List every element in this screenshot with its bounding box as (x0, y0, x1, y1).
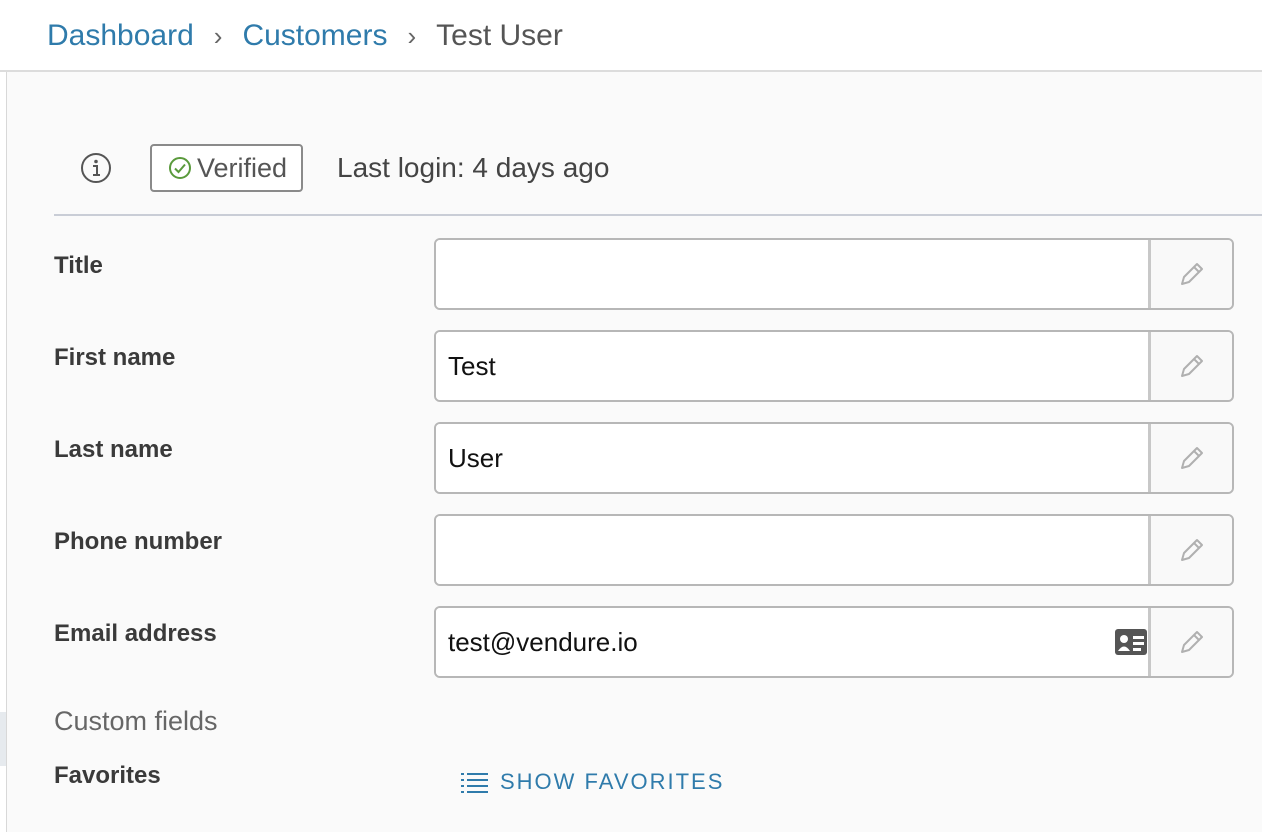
pencil-icon (1180, 447, 1203, 469)
last-name-row: Last name (54, 422, 1234, 494)
list-icon (461, 773, 488, 793)
left-rail (0, 72, 7, 832)
show-favorites-button[interactable]: SHOW FAVORITES (460, 764, 724, 800)
customer-status-bar: Verified Last login: 4 days ago (54, 120, 1262, 216)
email-address-label: Email address (54, 620, 217, 647)
last-name-label: Last name (54, 436, 173, 463)
verified-badge: Verified (150, 144, 304, 192)
top-bar: Dashboard › Customers › Test User (0, 0, 1262, 72)
email-address-row: Email address (54, 606, 1234, 678)
title-edit-button[interactable] (1148, 240, 1232, 308)
pencil-icon (1180, 355, 1203, 377)
custom-fields-heading: Custom fields (54, 706, 218, 736)
title-row: Title (54, 238, 1234, 310)
last-name-edit-button[interactable] (1148, 424, 1232, 492)
last-name-field (434, 422, 1234, 494)
title-field (434, 238, 1234, 310)
title-input[interactable] (436, 240, 1152, 308)
breadcrumb: Dashboard › Customers › Test User (47, 16, 563, 56)
breadcrumb-separator: › (213, 21, 223, 51)
id-card-icon[interactable] (1114, 628, 1148, 656)
phone-number-label: Phone number (54, 528, 223, 555)
left-rail-marker (0, 712, 6, 766)
title-label: Title (54, 252, 103, 279)
check-circle-icon (169, 157, 191, 179)
verified-label: Verified (197, 152, 288, 183)
email-address-field (434, 606, 1234, 678)
breadcrumb-customers-link[interactable]: Customers (242, 16, 387, 56)
email-address-input[interactable] (436, 608, 1152, 676)
breadcrumb-dashboard-link[interactable]: Dashboard (47, 16, 194, 56)
breadcrumb-separator: › (407, 21, 417, 51)
last-name-input[interactable] (436, 424, 1152, 492)
phone-number-edit-button[interactable] (1148, 516, 1232, 584)
first-name-edit-button[interactable] (1148, 332, 1232, 400)
favorites-label: Favorites (54, 762, 161, 789)
last-login-text: Last login: 4 days ago (337, 152, 610, 183)
first-name-row: First name (54, 330, 1234, 402)
phone-number-field (434, 514, 1234, 586)
email-address-edit-button[interactable] (1148, 608, 1232, 676)
pencil-icon (1180, 631, 1203, 653)
first-name-field (434, 330, 1234, 402)
phone-number-row: Phone number (54, 514, 1234, 586)
breadcrumb-current: Test User (436, 19, 563, 52)
phone-number-input[interactable] (436, 516, 1152, 584)
pencil-icon (1180, 539, 1203, 561)
show-favorites-label: SHOW FAVORITES (500, 769, 725, 794)
pencil-icon (1180, 263, 1203, 285)
first-name-input[interactable] (436, 332, 1152, 400)
info-icon[interactable] (80, 152, 112, 184)
first-name-label: First name (54, 344, 176, 371)
